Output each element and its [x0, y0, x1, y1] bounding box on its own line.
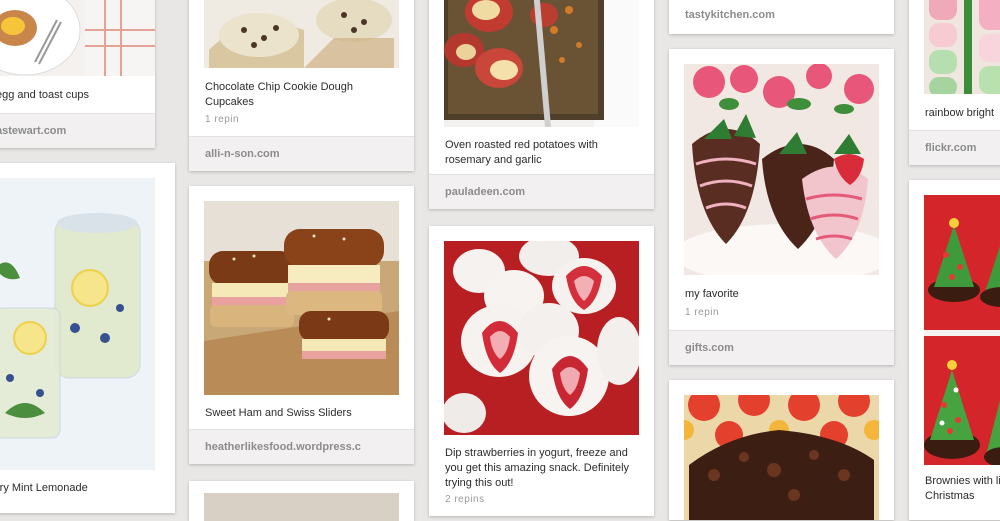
pin-source-link[interactable]: tastykitchen.com: [669, 0, 894, 34]
pin-card-christmas-brownies[interactable]: Brownies with little Christmas: [909, 180, 1000, 520]
pin-image-macarons[interactable]: [924, 0, 1000, 94]
pin-description: rainbow bright: [925, 107, 995, 119]
pin-image-cupcakes[interactable]: [204, 0, 399, 68]
pin-card-egg-toast[interactable]: egg and toast cups astewart.com: [0, 0, 155, 148]
pin-description: Oven roasted red potatoes with rosemary …: [445, 139, 598, 166]
pin-card-partial-bottom[interactable]: [189, 481, 414, 521]
pin-repin-count: 1 repin: [685, 307, 720, 318]
pin-card-mint-lemonade[interactable]: rry Mint Lemonade: [0, 163, 175, 513]
pin-description: my favorite: [685, 288, 739, 300]
pin-source-link[interactable]: heatherlikesfood.wordpress.c: [189, 429, 414, 464]
pin-image-egg-toast[interactable]: [0, 0, 155, 76]
pin-image-partial[interactable]: [204, 493, 399, 521]
pin-card-tastykitchen[interactable]: tastykitchen.com: [669, 0, 894, 34]
pin-description: Chocolate Chip Cookie Dough Cupcakes: [205, 81, 353, 108]
pin-image-potatoes[interactable]: [444, 0, 639, 127]
pin-card-rainbow-macarons[interactable]: rainbow bright flickr.com: [909, 0, 1000, 165]
pin-card-cookie-dough-cupcakes[interactable]: Chocolate Chip Cookie Dough Cupcakes 1 r…: [189, 0, 414, 171]
pin-card-ham-swiss-sliders[interactable]: Sweet Ham and Swiss Sliders heatherlikes…: [189, 186, 414, 464]
pin-description: rry Mint Lemonade: [0, 482, 88, 494]
pin-card-roasted-potatoes[interactable]: Oven roasted red potatoes with rosemary …: [429, 0, 654, 209]
pin-source-link[interactable]: alli-n-son.com: [189, 136, 414, 171]
pin-card-chocolate-strawberries[interactable]: my favorite 1 repin gifts.com: [669, 49, 894, 365]
pin-source-link[interactable]: flickr.com: [909, 130, 1000, 165]
pin-card-yogurt-strawberries[interactable]: Dip strawberries in yogurt, freeze and y…: [429, 226, 654, 516]
pin-image-chocolate-strawberries[interactable]: [684, 64, 879, 275]
pin-source-link[interactable]: pauladeen.com: [429, 174, 654, 209]
pin-description: Sweet Ham and Swiss Sliders: [205, 407, 352, 419]
pin-image-christmas-brownies[interactable]: [924, 195, 1000, 465]
pin-image-brownie-dots[interactable]: [684, 395, 879, 520]
pin-image-mint-lemonade[interactable]: [0, 178, 155, 470]
pin-card-brownie-dots[interactable]: [669, 380, 894, 520]
pin-repin-count: 1 repin: [205, 114, 240, 125]
pin-source-link[interactable]: astewart.com: [0, 113, 155, 148]
pin-image-sliders[interactable]: [204, 201, 399, 395]
pin-description: egg and toast cups: [0, 89, 89, 101]
pin-source-link[interactable]: gifts.com: [669, 330, 894, 365]
pin-description: Dip strawberries in yogurt, freeze and y…: [445, 447, 630, 489]
pin-image-yogurt-strawberries[interactable]: [444, 241, 639, 435]
